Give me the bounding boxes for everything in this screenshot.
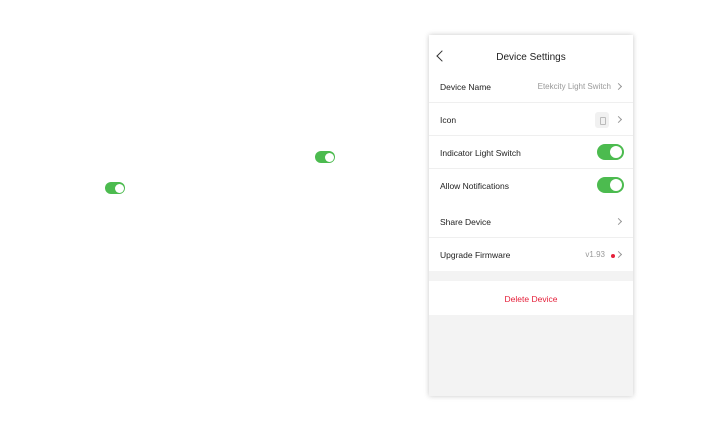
page-title: Device Settings [496, 52, 566, 63]
delete-group: Delete Device [429, 281, 633, 315]
device-settings-screen: Device Settings Device Name Etekcity Lig… [429, 35, 633, 396]
switch-device-icon [595, 112, 609, 128]
notification-toggle-icon [105, 182, 125, 194]
icon-label: Icon [440, 115, 457, 125]
chevron-right-icon [614, 217, 623, 226]
sharing-group: Share Device Upgrade Firmware v1.93 [429, 205, 633, 271]
upgrade-firmware-row[interactable]: Upgrade Firmware v1.93 [429, 238, 633, 271]
device-name-row[interactable]: Device Name Etekcity Light Switch [429, 70, 633, 103]
firmware-version: v1.93 [585, 250, 605, 259]
allow-notifications-row: Allow Notifications [429, 169, 633, 202]
device-name-label: Device Name [440, 82, 492, 92]
chevron-right-icon [614, 82, 623, 91]
icon-row[interactable]: Icon [429, 103, 633, 136]
share-device-row[interactable]: Share Device [429, 205, 633, 238]
device-name-value: Etekcity Light Switch [537, 82, 611, 91]
indicator-light-label: Indicator Light Switch [440, 148, 521, 158]
delete-device-button[interactable]: Delete Device [429, 294, 633, 304]
upgrade-firmware-label: Upgrade Firmware [440, 250, 511, 260]
allow-notifications-label: Allow Notifications [440, 181, 509, 191]
indicator-toggle-icon [315, 151, 335, 163]
indicator-light-row: Indicator Light Switch [429, 136, 633, 169]
share-device-label: Share Device [440, 217, 492, 227]
indicator-light-toggle[interactable] [597, 144, 624, 160]
chevron-right-icon [614, 250, 623, 259]
header-bar: Device Settings [429, 35, 633, 70]
allow-notifications-toggle[interactable] [597, 177, 624, 193]
chevron-right-icon [614, 115, 623, 124]
